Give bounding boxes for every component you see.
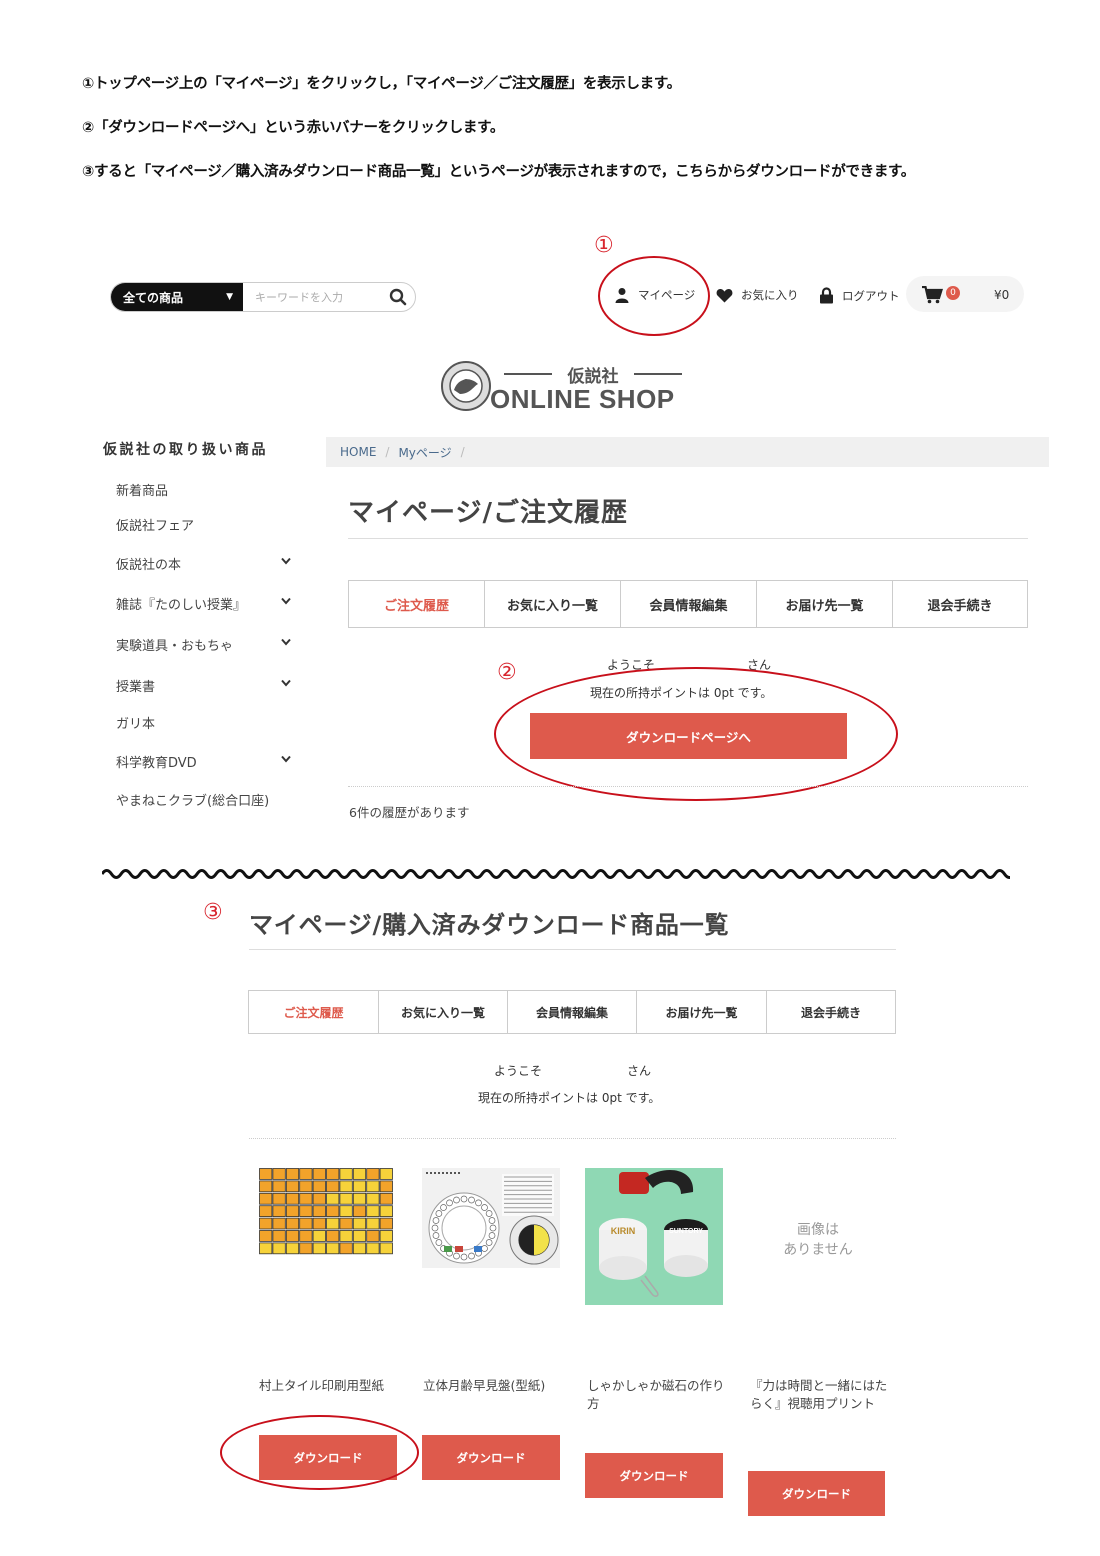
welcome-suffix: さん xyxy=(627,1064,652,1078)
mypage-link[interactable]: マイページ xyxy=(614,287,695,303)
logo-emblem-icon xyxy=(441,361,491,411)
favorites-link[interactable]: お気に入り xyxy=(716,287,799,303)
cart-total: ¥0 xyxy=(994,288,1010,302)
breadcrumb-mypage[interactable]: Myページ xyxy=(398,444,451,461)
title-divider xyxy=(348,538,1028,539)
tab-withdraw[interactable]: 退会手続き xyxy=(893,581,1027,627)
mypage-label: マイページ xyxy=(638,288,696,302)
welcome-prefix: ようこそ xyxy=(494,1064,543,1078)
sidebar-item[interactable]: やまねこクラブ(総合口座) xyxy=(116,790,269,809)
tab-delivery-addresses[interactable]: お届け先一覧 xyxy=(637,991,767,1033)
instruction-1: ①トップページ上の「マイページ」をクリックし，「マイページ／ご注文履歴」を表示し… xyxy=(82,76,681,92)
kirin-label: KIRIN xyxy=(611,1226,636,1236)
chevron-down-icon[interactable] xyxy=(281,595,291,608)
tab-delivery-addresses[interactable]: お届け先一覧 xyxy=(757,581,893,627)
breadcrumb: HOME / Myページ / xyxy=(326,437,1049,467)
product-name: 村上タイル印刷用型紙 xyxy=(259,1378,385,1393)
step-1-marker: ① xyxy=(594,233,614,258)
instruction-3: ③すると「マイページ／購入済みダウンロード商品一覧」というページが表示されますの… xyxy=(82,164,915,180)
logout-label: ログアウト xyxy=(842,288,900,303)
sidebar-item[interactable]: ガリ本 xyxy=(116,713,155,732)
tab-favorites[interactable]: お気に入り一覧 xyxy=(485,581,621,627)
wavy-separator xyxy=(102,869,1010,879)
mypage-tabs: ご注文履歴 お気に入り一覧 会員情報編集 お届け先一覧 退会手続き xyxy=(348,580,1028,628)
download-button[interactable]: ダウンロード xyxy=(585,1453,723,1498)
product-thumbnail-moon-phase[interactable] xyxy=(422,1168,560,1268)
logout-link[interactable]: ログアウト xyxy=(819,287,900,304)
mypage-tabs-downloads: ご注文履歴 お気に入り一覧 会員情報編集 お届け先一覧 退会手続き xyxy=(248,990,896,1034)
search-icon[interactable] xyxy=(381,283,415,311)
lock-icon xyxy=(820,287,833,304)
caret-down-icon: ▼ xyxy=(226,292,233,302)
welcome-prefix: ようこそ xyxy=(607,658,656,672)
section-divider xyxy=(348,786,1028,787)
product-name: 立体月齢早見盤(型紙) xyxy=(423,1378,546,1393)
title-divider xyxy=(249,949,896,950)
step-2-marker: ② xyxy=(497,660,517,685)
breadcrumb-home[interactable]: HOME xyxy=(340,445,376,459)
heart-icon xyxy=(716,288,733,302)
points-text: 現在の所持ポイントは 0pt です。 xyxy=(590,686,773,700)
download-button[interactable]: ダウンロード xyxy=(422,1435,560,1480)
logo-title: ONLINE SHOP xyxy=(490,384,675,414)
tab-member-info[interactable]: 会員情報編集 xyxy=(508,991,637,1033)
points-text: 現在の所持ポイントは 0pt です。 xyxy=(478,1091,661,1105)
sidebar-title: 仮説社の取り扱い商品 xyxy=(103,442,268,458)
welcome-suffix: さん xyxy=(747,658,772,672)
search-input[interactable]: キーワードを入力 xyxy=(243,283,381,311)
tab-favorites[interactable]: お気に入り一覧 xyxy=(379,991,508,1033)
download-button[interactable]: ダウンロード xyxy=(748,1471,885,1516)
sidebar-item[interactable]: 仮説社フェア xyxy=(116,515,194,534)
chevron-down-icon[interactable] xyxy=(281,555,291,568)
sidebar-item[interactable]: 実験道具・おもちゃ xyxy=(116,635,233,654)
no-image-text: 画像は ありません xyxy=(783,1222,853,1258)
favorites-label: お気に入り xyxy=(741,288,799,302)
page-title-order-history: マイページ/ご注文履歴 xyxy=(348,498,628,528)
page-title-downloads: マイページ/購入済みダウンロード商品一覧 xyxy=(249,911,730,939)
tab-withdraw[interactable]: 退会手続き xyxy=(767,991,895,1033)
history-count: 6件の履歴があります xyxy=(349,805,470,820)
download-page-button[interactable]: ダウンロードページへ xyxy=(530,713,847,759)
instruction-2: ②「ダウンロードページへ」という赤いバナーをクリックします。 xyxy=(82,120,505,136)
chevron-down-icon[interactable] xyxy=(281,753,291,766)
cart-count-badge: 0 xyxy=(946,286,960,300)
step-3-marker: ③ xyxy=(203,900,223,925)
product-name: 『力は時間と一緒にはたらく』視聴用プリント xyxy=(750,1378,888,1411)
product-thumbnail-murakami-tile[interactable] xyxy=(259,1168,395,1258)
product-name: しゃかしゃか磁石の作り方 xyxy=(587,1378,725,1411)
search-bar: 全ての商品 ▼ キーワードを入力 xyxy=(110,282,416,312)
breadcrumb-separator: / xyxy=(385,445,390,459)
sidebar-item[interactable]: 仮説社の本 xyxy=(116,554,181,573)
chevron-down-icon[interactable] xyxy=(281,677,291,690)
user-icon xyxy=(615,288,629,303)
sidebar-item[interactable]: 雑誌『たのしい授業』 xyxy=(116,594,246,613)
sidebar-item[interactable]: 授業書 xyxy=(116,676,155,695)
breadcrumb-separator: / xyxy=(460,445,465,459)
category-select-label: 全ての商品 xyxy=(123,290,184,305)
shop-logo[interactable]: 仮説社 ONLINE SHOP xyxy=(440,358,695,414)
suntory-label: SUNTORY xyxy=(669,1228,703,1235)
tab-member-info[interactable]: 会員情報編集 xyxy=(621,581,757,627)
section-divider xyxy=(249,1138,896,1139)
download-button[interactable]: ダウンロード xyxy=(259,1435,397,1480)
chevron-down-icon[interactable] xyxy=(281,636,291,649)
category-select[interactable]: 全ての商品 ▼ xyxy=(111,283,243,311)
tab-order-history[interactable]: ご注文履歴 xyxy=(349,581,485,627)
cart-icon xyxy=(922,286,943,304)
sidebar-item[interactable]: 新着商品 xyxy=(116,480,168,499)
no-image-placeholder: 画像は ありません xyxy=(768,1220,868,1260)
sidebar-item[interactable]: 科学教育DVD xyxy=(116,752,197,771)
tab-order-history[interactable]: ご注文履歴 xyxy=(249,991,379,1033)
product-thumbnail-magnet[interactable]: KIRIN SUNTORY xyxy=(585,1168,723,1305)
